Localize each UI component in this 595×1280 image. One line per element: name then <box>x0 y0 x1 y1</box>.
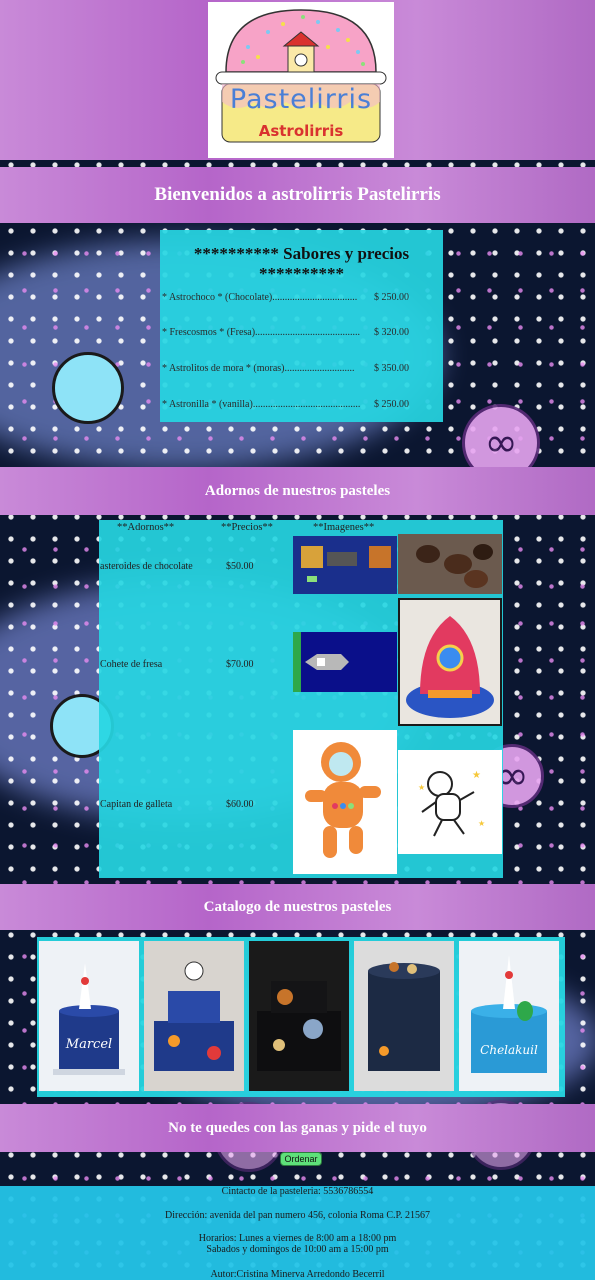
menu-item: * Astrochoco * (Chocolate)..............… <box>162 292 409 303</box>
ornament-price: $70.00 <box>226 659 254 670</box>
cake-photo <box>354 941 454 1091</box>
welcome-banner: Bienvenidos a astrolirris Pastelirris <box>0 167 595 223</box>
catalog-heading: Catalogo de nuestros pasteles <box>203 898 392 915</box>
svg-text:★: ★ <box>478 819 485 828</box>
footer-hours-weekend: Sabados y domingos de 10:00 am a 15:00 p… <box>206 1244 389 1255</box>
ornament-price: $50.00 <box>226 561 254 572</box>
menu-item: * Astrolitos de mora * (moras)..........… <box>162 363 409 374</box>
chocolate-asteroids-photo <box>398 534 502 594</box>
cake-label: Marcel <box>65 1037 113 1052</box>
flavors-title: ********** Sabores y precios ********** <box>193 244 410 283</box>
col-header-adornos: **Adornos** <box>117 522 175 533</box>
asteroid-pixel-image <box>293 536 397 594</box>
order-button[interactable]: Ordenar <box>280 1152 322 1166</box>
col-header-imagenes: **Imagenes** <box>313 522 375 533</box>
ornament-price: $60.00 <box>226 799 254 810</box>
ornaments-table: **Adornos** **Precios** **Imagenes** ast… <box>99 520 503 878</box>
ornaments-banner: Adornos de nuestros pasteles <box>0 467 595 515</box>
col-header-precios: **Precios** <box>221 522 273 533</box>
footer-address: Dirección: avenida del pan numero 456, c… <box>165 1210 430 1221</box>
cta-banner: No te quedes con las ganas y pide el tuy… <box>0 1104 595 1152</box>
cake-photo <box>249 941 349 1091</box>
flavors-panel: ********** Sabores y precios ********** … <box>160 230 443 422</box>
cake-label: Chelakuil <box>480 1043 538 1057</box>
cake-photo: Chelakuil <box>459 941 559 1091</box>
cta-heading: No te quedes con las ganas y pide el tuy… <box>168 1119 427 1136</box>
rocket-pixel-image <box>293 632 397 692</box>
logo: Pastelirris Astrolirris <box>208 2 394 158</box>
ornaments-heading: Adornos de nuestros pasteles <box>204 482 391 499</box>
cake-photo <box>144 941 244 1091</box>
menu-item: * Astronilla * (vanilla)................… <box>162 399 409 410</box>
ornament-name: Cohete de fresa <box>100 659 163 670</box>
ornament-name: asteroides de chocolate <box>100 561 193 572</box>
footer: Cintacto de la pasteleria: 5536786554 Di… <box>0 1186 595 1280</box>
ornament-name: Capitan de galleta <box>100 799 173 810</box>
catalog-banner: Catalogo de nuestros pasteles <box>0 884 595 930</box>
planet-sticker <box>52 352 124 424</box>
svg-text:★: ★ <box>472 770 481 781</box>
logo-subtitle: Astrolirris <box>258 122 344 140</box>
footer-contact: Cintacto de la pasteleria: 5536786554 <box>221 1186 374 1197</box>
rocket-cake-photo <box>398 598 502 726</box>
astronaut-sketch: ★ ★ ★ <box>398 750 502 854</box>
footer-hours-weekdays: Horarios: Lunes a viernes de 8:00 am a 1… <box>198 1233 397 1244</box>
logo-title: Pastelirris <box>229 84 373 115</box>
welcome-heading: Bienvenidos a astrolirris Pastelirris <box>154 184 441 205</box>
svg-text:★: ★ <box>418 783 425 792</box>
orange-astronaut-drawing <box>293 730 397 874</box>
footer-author: Autor:Cristina Minerva Arredondo Becerri… <box>210 1269 385 1280</box>
catalog-gallery: Marcel Chelakuil <box>37 937 565 1097</box>
menu-item: * Frescosmos * (Fresa)..................… <box>162 327 409 338</box>
cake-photo: Marcel <box>39 941 139 1091</box>
